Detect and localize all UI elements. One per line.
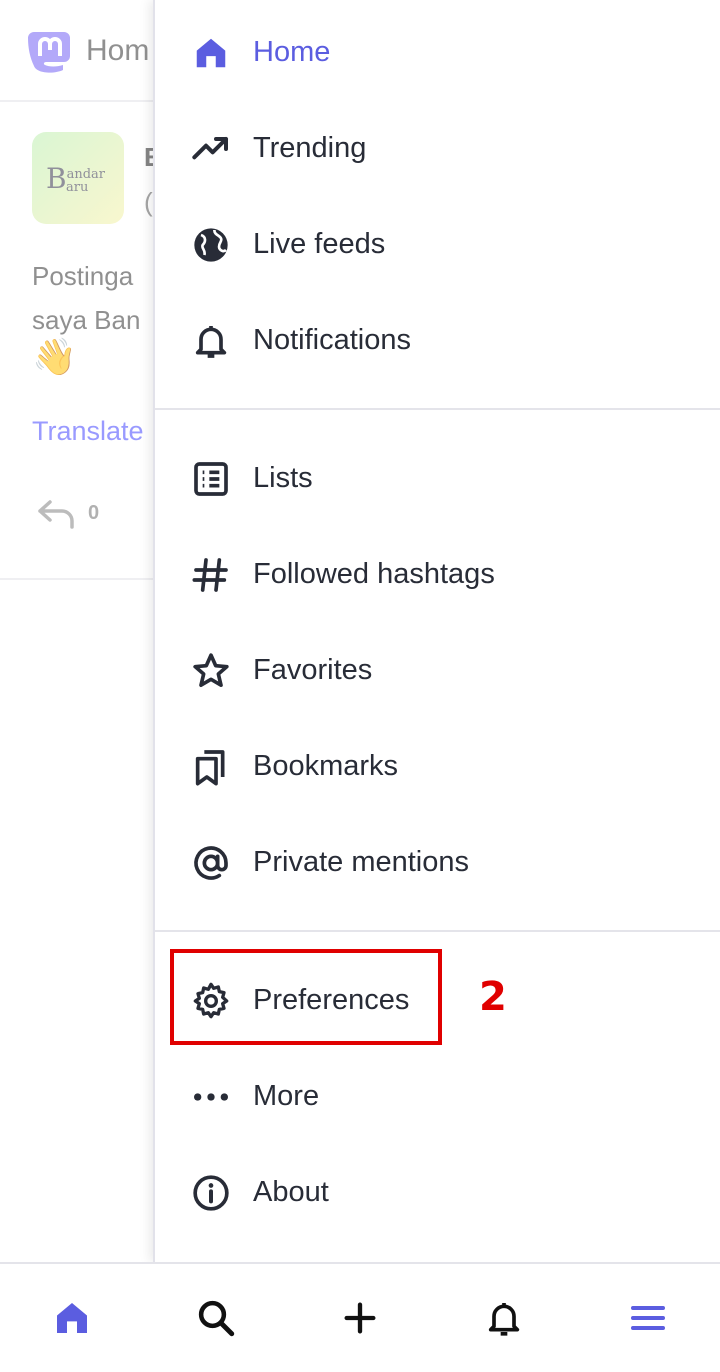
menu-divider [155, 408, 720, 410]
menu-item-favorites[interactable]: Favorites [155, 622, 720, 718]
at-icon [191, 843, 231, 883]
menu-item-lists[interactable]: Lists [155, 430, 720, 526]
menu-item-label: Favorites [253, 654, 373, 686]
menu-item-label: Lists [253, 462, 313, 494]
star-icon [191, 651, 231, 691]
hashtag-icon [191, 555, 231, 595]
navigation-drawer: Home Trending Live feeds Notifications L… [153, 0, 720, 1262]
bell-icon [488, 1303, 520, 1336]
trending-icon [191, 129, 231, 169]
menu-item-label: Home [253, 36, 331, 68]
nav-home-button[interactable] [36, 1288, 108, 1348]
bottom-navigation-bar [0, 1262, 720, 1372]
menu-item-private-mentions[interactable]: Private mentions [155, 814, 720, 910]
menu-item-bookmarks[interactable]: Bookmarks [155, 718, 720, 814]
info-icon [191, 1173, 231, 1213]
menu-item-label: Trending [253, 132, 367, 164]
menu-item-label: Live feeds [253, 228, 386, 260]
bookmarks-icon [191, 747, 231, 787]
nav-compose-button[interactable] [324, 1288, 396, 1348]
plus-icon [344, 1302, 376, 1334]
nav-search-button[interactable] [180, 1288, 252, 1348]
menu-item-about[interactable]: About [155, 1144, 720, 1240]
menu-item-live-feeds[interactable]: Live feeds [155, 196, 720, 292]
menu-item-label: About [253, 1176, 329, 1208]
menu-item-trending[interactable]: Trending [155, 100, 720, 196]
list-icon [191, 459, 231, 499]
menu-item-more[interactable]: More [155, 1048, 720, 1144]
menu-divider [155, 930, 720, 932]
menu-item-label: Notifications [253, 324, 411, 356]
search-icon [198, 1300, 235, 1337]
menu-item-label: Private mentions [253, 846, 469, 878]
home-icon [191, 33, 231, 73]
menu-item-home[interactable]: Home [155, 4, 720, 100]
menu-icon [631, 1306, 665, 1330]
nav-notifications-button[interactable] [468, 1288, 540, 1348]
menu-item-notifications[interactable]: Notifications [155, 292, 720, 388]
home-icon [57, 1303, 87, 1333]
menu-item-label: Followed hashtags [253, 558, 495, 590]
ellipsis-icon [191, 1077, 231, 1117]
nav-menu-button[interactable] [612, 1288, 684, 1348]
globe-icon [191, 225, 231, 265]
menu-item-label: Bookmarks [253, 750, 399, 782]
bell-icon [191, 321, 231, 361]
preferences-highlight-box [170, 949, 442, 1045]
step-number-annotation: 2 [479, 974, 507, 1020]
menu-item-followed-hashtags[interactable]: Followed hashtags [155, 526, 720, 622]
menu-item-label: More [253, 1080, 320, 1112]
